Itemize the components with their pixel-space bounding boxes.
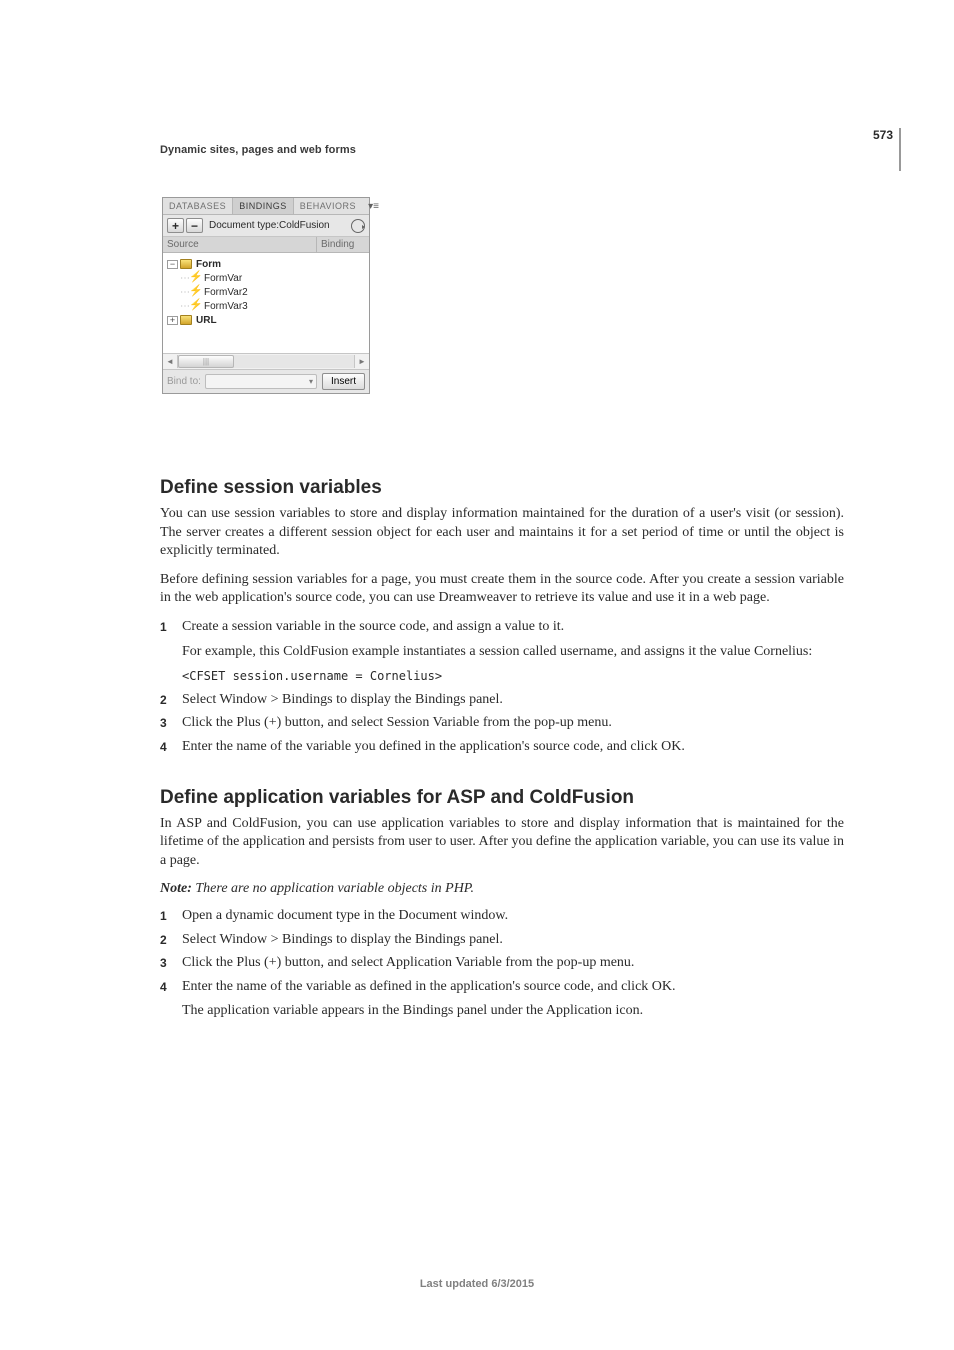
column-source[interactable]: Source: [163, 237, 317, 252]
insert-button[interactable]: Insert: [322, 373, 365, 390]
tree-connector-icon: ⋯: [180, 301, 189, 312]
horizontal-scrollbar[interactable]: ◄ ||| ►: [163, 353, 369, 369]
scroll-left-icon[interactable]: ◄: [163, 357, 177, 366]
tree-item-label: FormVar3: [204, 301, 248, 312]
tree-node-url[interactable]: + URL: [167, 313, 367, 327]
tree-connector-icon: ⋯: [180, 287, 189, 298]
refresh-icon[interactable]: [351, 219, 365, 233]
document-type-label: Document type:ColdFusion: [209, 220, 330, 231]
tab-databases[interactable]: DATABASES: [163, 198, 233, 214]
step-number: 4: [160, 738, 182, 757]
panel-menu-icon[interactable]: ▾≡: [362, 199, 385, 214]
dropdown-arrow-icon: ▾: [309, 377, 313, 386]
folder-icon: [180, 259, 192, 269]
step-item: 3 Click the Plus (+) button, and select …: [160, 714, 844, 733]
tab-bindings[interactable]: BINDINGS: [233, 198, 294, 214]
steps-list-application: 1 Open a dynamic document type in the Do…: [160, 907, 844, 1021]
step-number: 4: [160, 978, 182, 1021]
step-text: Enter the name of the variable you defin…: [182, 738, 844, 757]
tree-item[interactable]: ⋯ FormVar3: [167, 299, 367, 313]
minus-button[interactable]: −: [186, 218, 203, 233]
binding-bolt-icon: [190, 286, 200, 298]
tree-item-label: FormVar: [204, 273, 242, 284]
tree-item[interactable]: ⋯ FormVar: [167, 271, 367, 285]
panel-toolbar: + − Document type:ColdFusion: [163, 215, 369, 237]
step-text: Open a dynamic document type in the Docu…: [182, 907, 844, 926]
binding-bolt-icon: [190, 272, 200, 284]
scrollbar-track[interactable]: |||: [177, 355, 355, 368]
bindings-panel: DATABASES BINDINGS BEHAVIORS ▾≡ + − Docu…: [162, 197, 370, 394]
paragraph: In ASP and ColdFusion, you can use appli…: [160, 815, 844, 871]
tree-label-form: Form: [196, 259, 221, 270]
paragraph: Before defining session variables for a …: [160, 571, 844, 608]
binding-bolt-icon: [190, 300, 200, 312]
step-text: Click the Plus (+) button, and select Se…: [182, 714, 844, 733]
step-item: 2 Select Window > Bindings to display th…: [160, 931, 844, 950]
step-item: 4 Enter the name of the variable as defi…: [160, 978, 844, 1021]
step-item: 4 Enter the name of the variable you def…: [160, 738, 844, 757]
heading-define-session-variables: Define session variables: [160, 477, 844, 499]
tree-connector-icon: ⋯: [180, 273, 189, 284]
step-number: 3: [160, 954, 182, 973]
step-subtext: For example, this ColdFusion example ins…: [182, 643, 844, 662]
tree-item-label: FormVar2: [204, 287, 248, 298]
step-item: 1 Create a session variable in the sourc…: [160, 618, 844, 686]
step-subtext: The application variable appears in the …: [182, 1002, 844, 1021]
step-item: 2 Select Window > Bindings to display th…: [160, 691, 844, 710]
paragraph: You can use session variables to store a…: [160, 505, 844, 561]
heading-define-application-variables: Define application variables for ASP and…: [160, 787, 844, 809]
tree-item[interactable]: ⋯ FormVar2: [167, 285, 367, 299]
page-number-divider: [899, 128, 901, 171]
step-item: 1 Open a dynamic document type in the Do…: [160, 907, 844, 926]
page-number: 573: [873, 128, 893, 142]
step-text: Create a session variable in the source …: [182, 618, 844, 637]
scroll-right-icon[interactable]: ►: [355, 357, 369, 366]
step-text: Click the Plus (+) button, and select Ap…: [182, 954, 844, 973]
panel-tabs: DATABASES BINDINGS BEHAVIORS ▾≡: [163, 198, 369, 215]
last-updated-footer: Last updated 6/3/2015: [0, 1278, 954, 1290]
tab-behaviors[interactable]: BEHAVIORS: [294, 198, 362, 214]
step-number: 2: [160, 931, 182, 950]
running-header: Dynamic sites, pages and web forms: [160, 144, 356, 156]
column-binding[interactable]: Binding: [317, 237, 369, 252]
step-text: Enter the name of the variable as define…: [182, 978, 844, 997]
plus-button[interactable]: +: [167, 218, 184, 233]
steps-list-session: 1 Create a session variable in the sourc…: [160, 618, 844, 757]
panel-column-headers: Source Binding: [163, 237, 369, 253]
step-number: 3: [160, 714, 182, 733]
panel-tree: − Form ⋯ FormVar ⋯ FormVar2 ⋯ FormVar3 + UR…: [163, 253, 369, 353]
main-content: Define session variables You can use ses…: [160, 477, 844, 1037]
step-text: Select Window > Bindings to display the …: [182, 931, 844, 950]
step-text: Select Window > Bindings to display the …: [182, 691, 844, 710]
tree-node-form[interactable]: − Form: [167, 257, 367, 271]
step-item: 3 Click the Plus (+) button, and select …: [160, 954, 844, 973]
code-block: <CFSET session.username = Cornelius>: [182, 667, 844, 686]
step-number: 1: [160, 907, 182, 926]
scrollbar-thumb[interactable]: |||: [178, 355, 234, 368]
bind-to-label: Bind to:: [167, 376, 201, 387]
expand-icon[interactable]: +: [167, 316, 178, 325]
step-number: 2: [160, 691, 182, 710]
bind-to-select[interactable]: ▾: [205, 374, 317, 389]
collapse-icon[interactable]: −: [167, 260, 178, 269]
step-number: 1: [160, 618, 182, 686]
folder-icon: [180, 315, 192, 325]
note-body: There are no application variable object…: [192, 881, 474, 896]
note-label: Note:: [160, 881, 192, 896]
tree-label-url: URL: [196, 315, 217, 326]
panel-footer: Bind to: ▾ Insert: [163, 369, 369, 393]
note: Note: There are no application variable …: [160, 880, 844, 899]
